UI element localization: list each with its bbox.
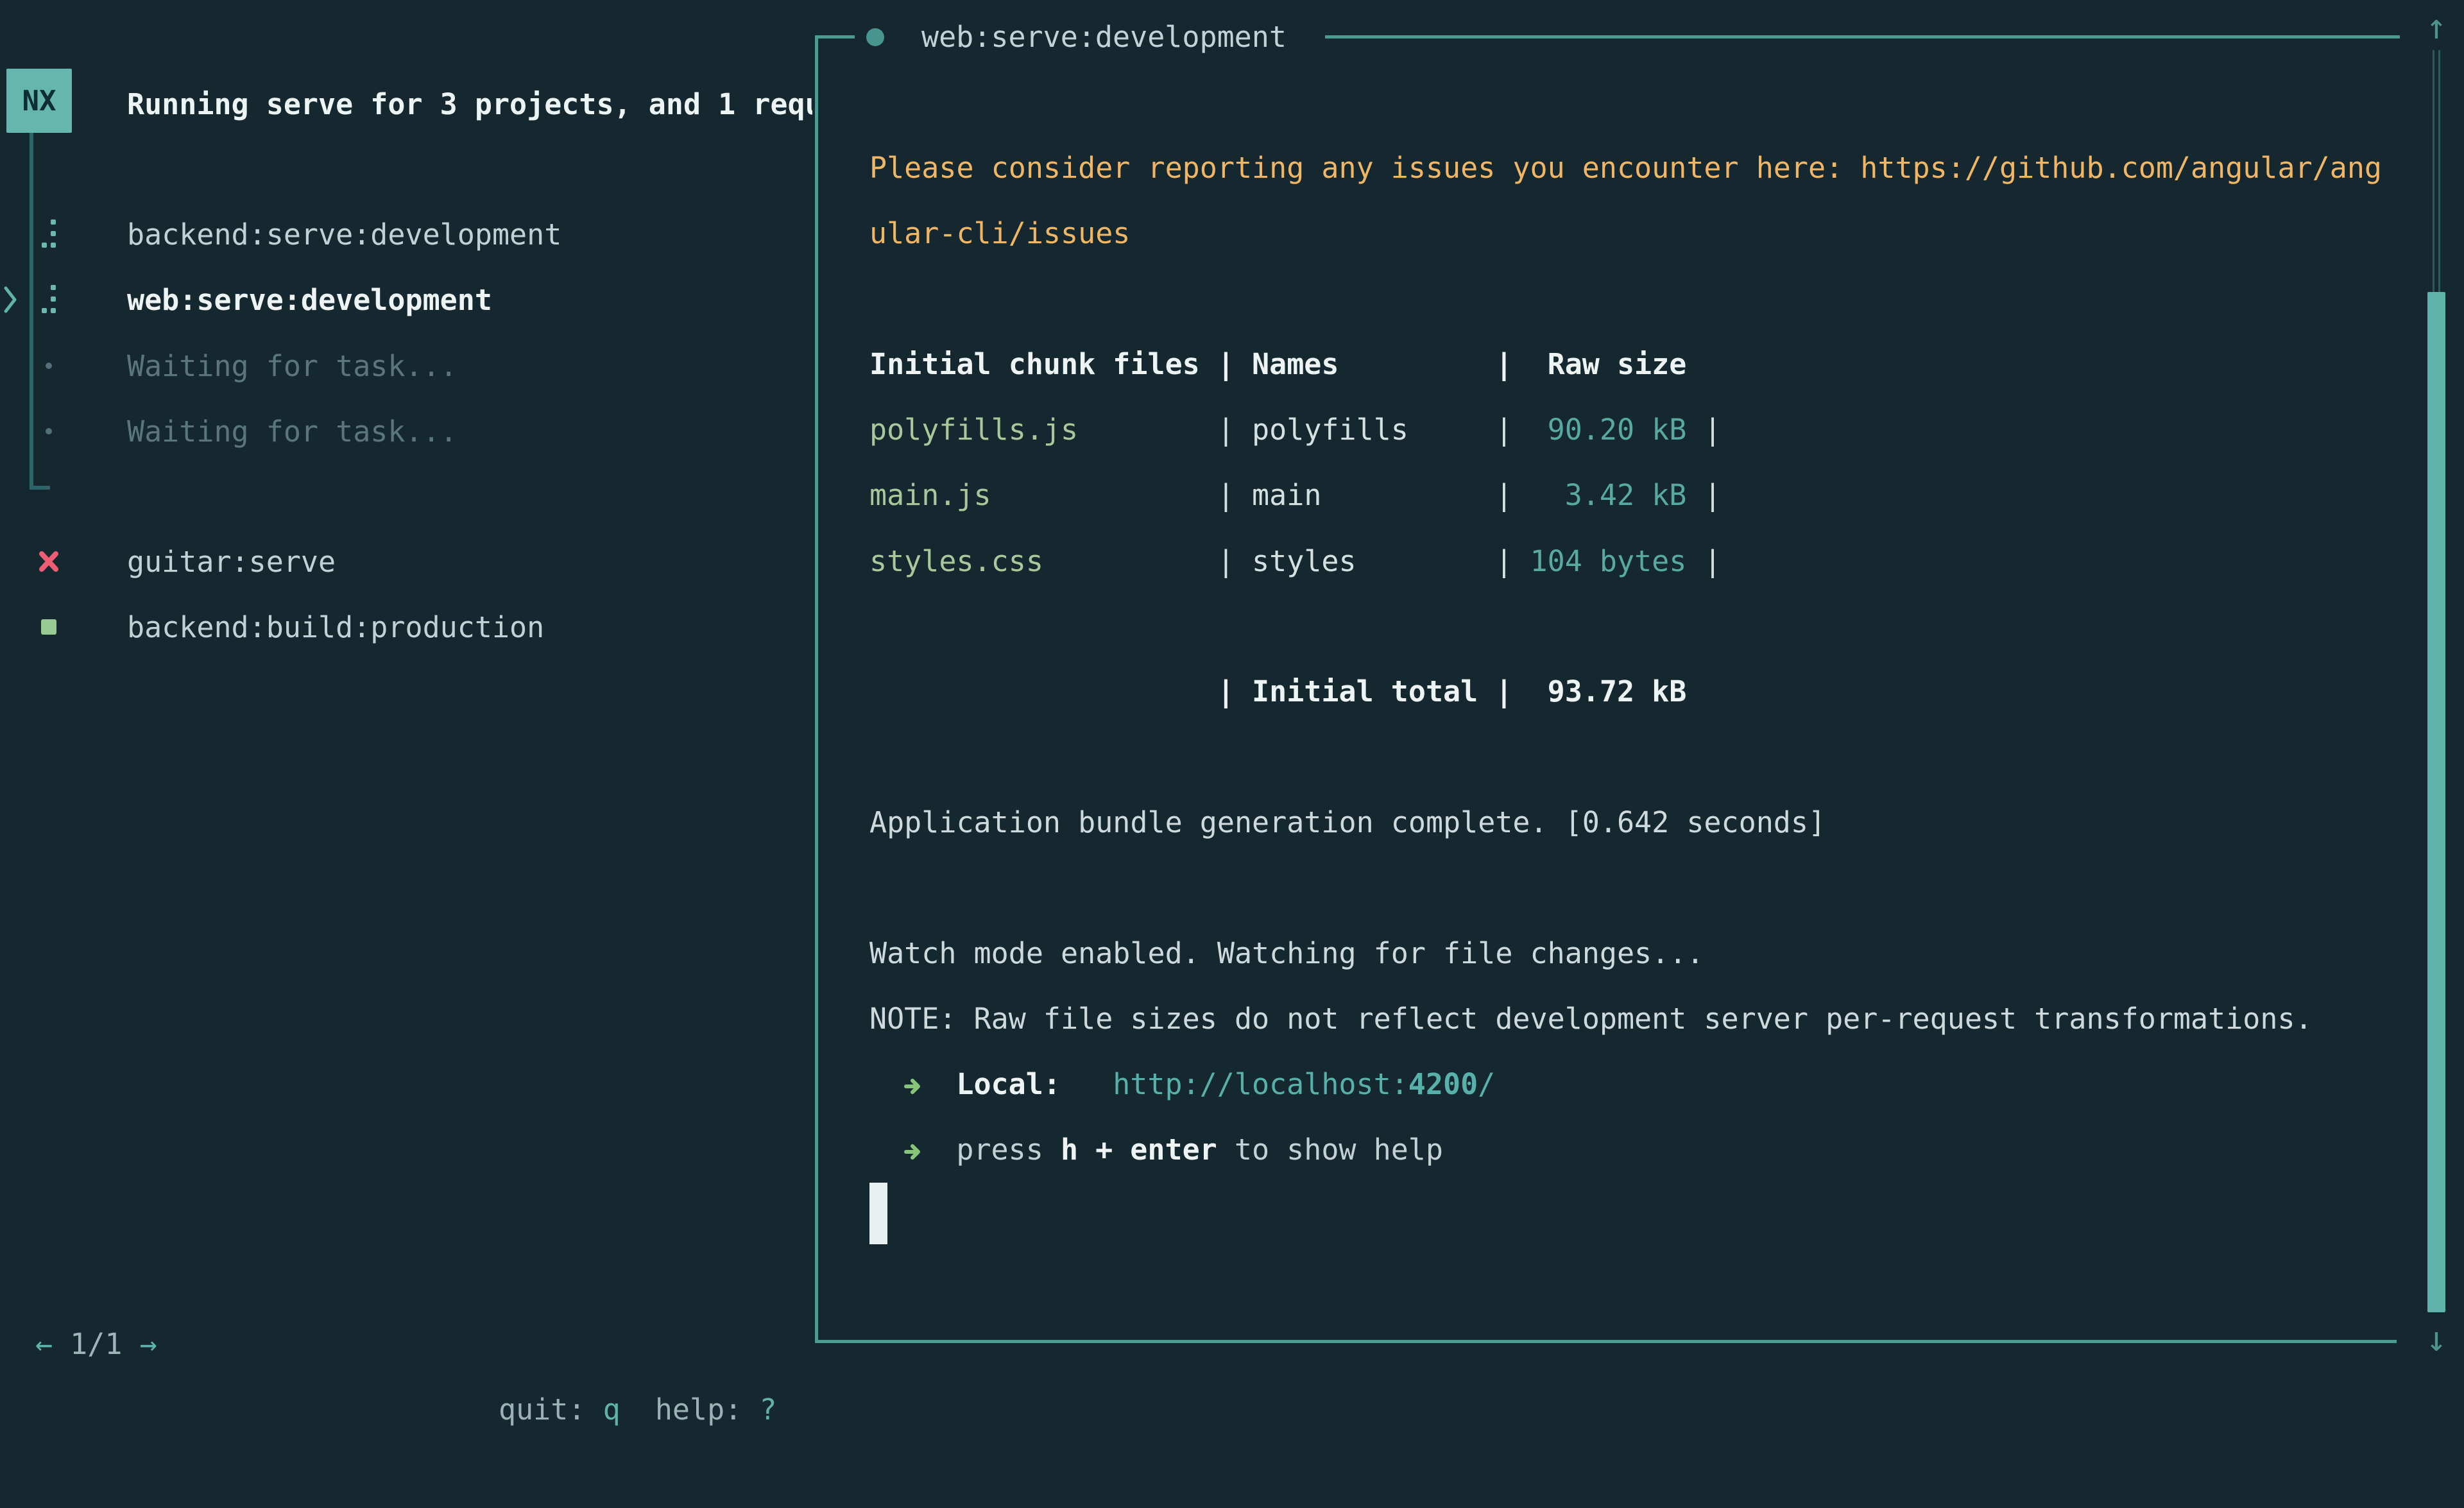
pagination: ← 1/1 →	[35, 1312, 157, 1377]
task-output-panel: Please consider reporting any issues you…	[815, 35, 2397, 1343]
selected-arrow-icon	[3, 267, 24, 332]
arrow-right-icon	[904, 1052, 921, 1117]
sidebar-footer: ← 1/1 → quit: q help: ?	[0, 1246, 809, 1312]
watch-mode-line: Watch mode enabled. Watching for file ch…	[869, 921, 1704, 986]
task-item-web-serve-development[interactable]: web:serve:development	[0, 267, 809, 332]
chunk-row-main: main.js | main | 3.42 kB |	[869, 463, 1722, 528]
task-item-waiting-2[interactable]: Waiting for task...	[0, 398, 809, 464]
local-label: Local:	[956, 1067, 1061, 1101]
local-url-line: Local: http://localhost:4200/	[869, 1052, 1495, 1117]
note-line: NOTE: Raw file sizes do not reflect deve…	[869, 986, 2313, 1052]
nx-logo: NX	[6, 69, 72, 133]
chunk-row-styles: styles.css | styles | 104 bytes |	[869, 529, 1722, 594]
scroll-up-button[interactable]: ↑	[2414, 6, 2459, 48]
task-item-backend-serve-development[interactable]: backend:serve:development	[0, 201, 809, 267]
task-label: backend:serve:development	[127, 218, 561, 252]
success-square-icon	[30, 594, 68, 660]
task-group-line-foot	[30, 486, 50, 490]
keyboard-hints: quit: q help: ?	[499, 1377, 777, 1443]
quit-hint-label: quit:	[499, 1392, 603, 1427]
spinner-icon	[30, 201, 68, 267]
localhost-link[interactable]: http://localhost:4200/	[1113, 1067, 1495, 1101]
waiting-dot-icon	[30, 398, 68, 464]
app-title: Running serve for 3 projects, and 1 requ	[127, 72, 812, 137]
task-label: Waiting for task...	[127, 415, 458, 449]
task-label: Waiting for task...	[127, 349, 458, 383]
error-x-icon	[30, 529, 68, 594]
task-label: backend:build:production	[127, 610, 544, 644]
arrow-right-icon	[904, 1117, 921, 1183]
chunk-row-polyfills: polyfills.js | polyfills | 90.20 kB |	[869, 397, 1722, 463]
task-label: guitar:serve	[127, 545, 336, 579]
help-hint-label: help:	[655, 1392, 760, 1427]
page-prev-button[interactable]: ←	[35, 1327, 53, 1361]
waiting-dot-icon	[30, 333, 68, 398]
scroll-thumb[interactable]	[2427, 292, 2445, 1312]
report-issues-line-2: ular-cli/issues	[869, 201, 1130, 266]
quit-key: q	[603, 1392, 620, 1427]
page-indicator: 1/1	[53, 1327, 139, 1361]
nx-terminal-ui: NX Running serve for 3 projects, and 1 r…	[0, 0, 2464, 1386]
spinner-icon	[30, 267, 68, 332]
scroll-down-button[interactable]: ↓	[2414, 1318, 2459, 1360]
page-next-button[interactable]: →	[140, 1327, 157, 1361]
help-key: ?	[759, 1392, 776, 1427]
task-label: web:serve:development	[127, 283, 492, 317]
initial-total-line: | Initial total | 93.72 kB	[869, 659, 1686, 724]
task-item-guitar-serve[interactable]: guitar:serve	[0, 529, 809, 594]
chunk-table-header: Initial chunk files | Names | Raw size	[869, 332, 1686, 397]
task-item-backend-build-production[interactable]: backend:build:production	[0, 594, 809, 660]
help-keys: h + enter	[1061, 1133, 1217, 1167]
report-issues-line-1: Please consider reporting any issues you…	[869, 135, 2382, 201]
terminal-cursor	[869, 1183, 887, 1244]
bundle-complete-line: Application bundle generation complete. …	[869, 790, 1826, 855]
task-item-waiting-1[interactable]: Waiting for task...	[0, 333, 809, 398]
help-prompt-line: press h + enter to show help	[869, 1117, 1443, 1183]
